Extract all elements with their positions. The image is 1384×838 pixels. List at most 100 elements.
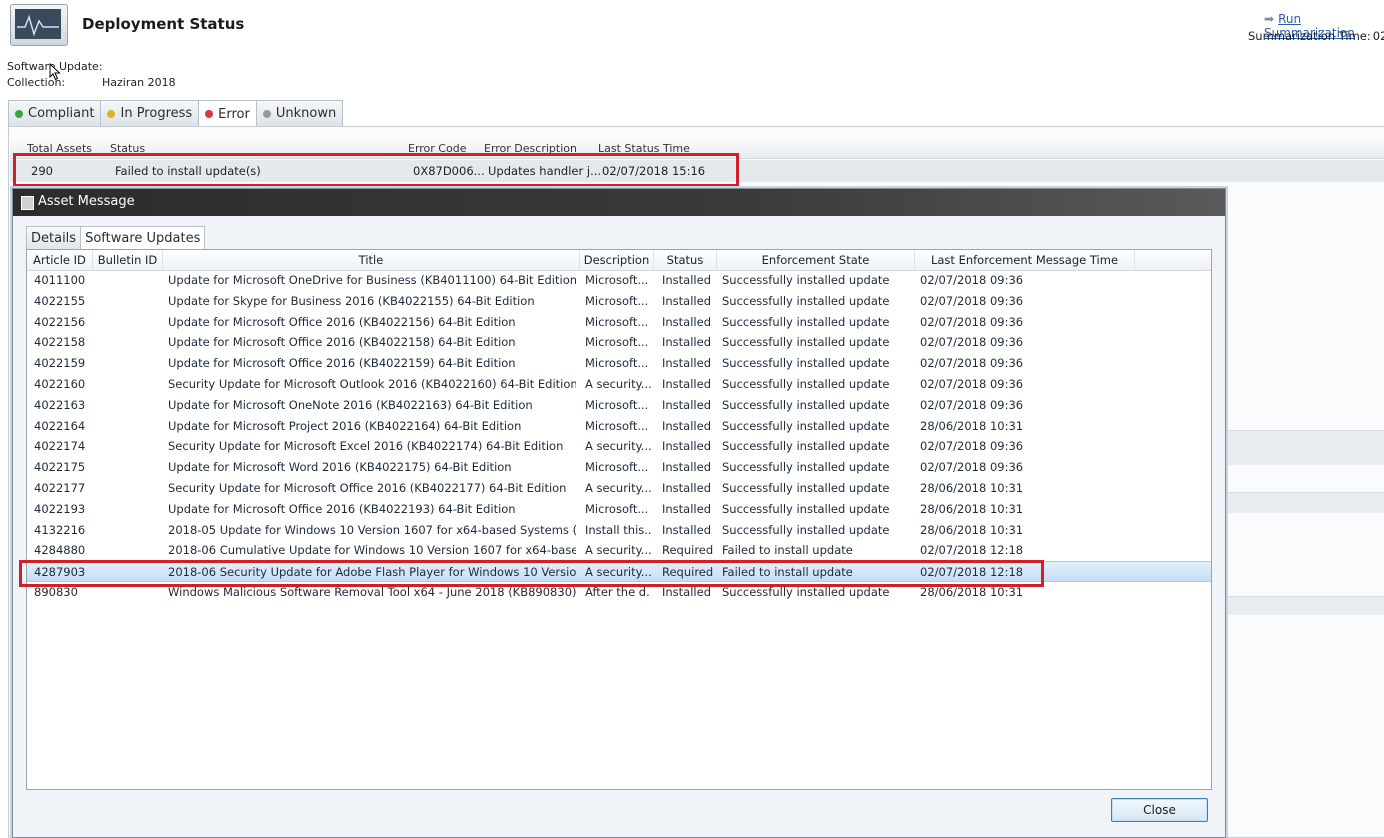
bulletin-id-cell — [99, 540, 161, 561]
bulletin-id-cell — [99, 499, 161, 520]
article-id-cell: 4011100 — [34, 273, 86, 287]
status-cell: Installed — [662, 356, 711, 371]
page-title: Deployment Status — [82, 15, 245, 33]
article-id-cell: 4022174 — [34, 439, 86, 454]
enforcement-state-cell: Successfully installed update — [722, 418, 890, 433]
time-cell: 02/07/2018 09:36 — [920, 314, 1024, 329]
description-cell: A security... — [585, 543, 651, 558]
title-cell: Update for Microsoft Office 2016 (KB4022… — [168, 314, 516, 329]
table-row[interactable]: 4022160 Security Update for Microsoft Out… — [27, 374, 1211, 395]
description-cell: Microsoft... — [585, 460, 649, 475]
table-row[interactable]: 4022159 Update for Microsoft Office 2016 … — [27, 353, 1211, 374]
status-cell: Installed — [662, 522, 711, 537]
bulletin-id-cell — [99, 457, 161, 478]
article-id-cell: 4022193 — [34, 501, 86, 516]
dialog-titlebar[interactable]: Asset Message — [13, 189, 1225, 216]
time-cell: 02/07/2018 09:36 — [920, 335, 1024, 350]
col-last-enforcement-time[interactable]: Last Enforcement Message Time — [915, 250, 1135, 270]
tab-error[interactable]: Error — [198, 100, 257, 127]
article-id-cell: 4022159 — [34, 356, 86, 371]
bulletin-id-cell — [99, 332, 161, 353]
article-id-cell: 4022175 — [34, 460, 86, 475]
time-cell: 02/07/2018 12:18 — [920, 543, 1024, 558]
title-cell: 2018-05 Update for Windows 10 Version 16… — [168, 522, 576, 537]
summarization-time: Summarization Time:02/07 — [1246, 29, 1384, 43]
green-dot-icon — [15, 109, 23, 118]
enforcement-state-cell: Successfully installed update — [722, 439, 890, 454]
table-row[interactable]: 4022158 Update for Microsoft Office 2016 … — [27, 332, 1211, 353]
bulletin-id-cell — [99, 520, 161, 541]
table-row[interactable]: 4011100 Update for Microsoft OneDrive for… — [27, 270, 1211, 291]
enforcement-state-cell: Successfully installed update — [722, 356, 890, 371]
col-title[interactable]: Title — [163, 250, 580, 270]
col-bulletin-id[interactable]: Bulletin ID — [93, 250, 163, 270]
table-row[interactable]: 4022164 Update for Microsoft Project 2016… — [27, 416, 1211, 437]
enforcement-state-cell: Successfully installed update — [722, 335, 890, 350]
tab-error-label: Error — [218, 106, 250, 122]
time-cell: 02/07/2018 09:36 — [920, 439, 1024, 454]
tab-details[interactable]: Details — [26, 226, 82, 249]
description-cell: Microsoft... — [585, 356, 649, 371]
status-tabs: Compliant In Progress Error Unknown — [8, 100, 344, 127]
time-cell: 28/06/2018 10:31 — [920, 501, 1024, 516]
status-cell: Required — [662, 543, 714, 558]
description-cell: Microsoft... — [585, 273, 649, 287]
bulletin-id-cell — [99, 353, 161, 374]
status-cell: Installed — [662, 481, 711, 495]
description-cell: Microsoft... — [585, 418, 649, 433]
enforcement-state-cell: Successfully installed update — [722, 460, 890, 475]
panel-divider — [1225, 492, 1384, 513]
title-cell: 2018-06 Cumulative Update for Windows 10… — [168, 543, 576, 558]
col-description[interactable]: Description — [580, 250, 654, 270]
title-cell: Security Update for Microsoft Outlook 20… — [168, 377, 576, 391]
tab-in-progress-label: In Progress — [120, 106, 193, 121]
mouse-cursor-icon — [49, 63, 61, 81]
table-row[interactable]: 4022193 Update for Microsoft Office 2016 … — [27, 499, 1211, 520]
arrow-right-icon: ➡ — [1264, 12, 1275, 26]
title-cell: Update for Microsoft Project 2016 (KB402… — [168, 418, 522, 433]
article-id-cell: 4022164 — [34, 418, 86, 433]
col-article-id[interactable]: Article ID — [27, 250, 93, 270]
bulletin-id-cell — [99, 395, 161, 416]
article-id-cell: 4022156 — [34, 314, 86, 329]
asset-message-dialog: Asset Message Details Software Updates A… — [12, 188, 1226, 838]
title-cell: Update for Microsoft OneDrive for Busine… — [168, 273, 576, 287]
table-row[interactable]: 4022175 Update for Microsoft Word 2016 (K… — [27, 457, 1211, 478]
software-updates-grid[interactable]: Article ID Bulletin ID Title Description… — [26, 249, 1212, 790]
status-cell: Installed — [662, 335, 711, 350]
table-row[interactable]: 4022156 Update for Microsoft Office 2016 … — [27, 312, 1211, 333]
time-cell: 02/07/2018 09:36 — [920, 293, 1024, 308]
table-row[interactable]: 4022163 Update for Microsoft OneNote 2016… — [27, 395, 1211, 416]
table-row[interactable]: 4284880 2018-06 Cumulative Update for Win… — [27, 540, 1211, 561]
title-cell: Update for Microsoft OneNote 2016 (KB402… — [168, 397, 533, 412]
table-row[interactable]: 4132216 2018-05 Update for Windows 10 Ver… — [27, 520, 1211, 541]
enforcement-state-cell: Successfully installed update — [722, 522, 890, 537]
highlight-box — [19, 560, 1044, 587]
tab-compliant[interactable]: Compliant — [8, 100, 102, 126]
close-button[interactable]: Close — [1111, 798, 1208, 822]
status-cell: Installed — [662, 460, 711, 475]
description-cell: A security... — [585, 439, 651, 454]
col-enforcement-state[interactable]: Enforcement State — [717, 250, 915, 270]
time-cell: 28/06/2018 10:31 — [920, 418, 1024, 433]
bulletin-id-cell — [99, 436, 161, 457]
article-id-cell: 4022158 — [34, 335, 86, 350]
deployment-status-icon — [10, 4, 68, 46]
description-cell: Microsoft... — [585, 501, 649, 516]
panel-divider — [1225, 430, 1384, 465]
table-row[interactable]: 4022155 Update for Skype for Business 201… — [27, 291, 1211, 312]
title-cell: Security Update for Microsoft Excel 2016… — [168, 439, 564, 454]
tab-software-updates[interactable]: Software Updates — [80, 226, 206, 249]
tab-in-progress[interactable]: In Progress — [100, 100, 200, 126]
title-cell: Update for Microsoft Office 2016 (KB4022… — [168, 501, 516, 516]
tab-compliant-label: Compliant — [28, 106, 95, 121]
col-status[interactable]: Status — [654, 250, 717, 270]
title-cell: Update for Microsoft Office 2016 (KB4022… — [168, 356, 516, 371]
article-id-cell: 4022163 — [34, 397, 86, 412]
status-cell: Installed — [662, 273, 711, 287]
table-row[interactable]: 4022177 Security Update for Microsoft Off… — [27, 478, 1211, 499]
table-row[interactable]: 4022174 Security Update for Microsoft Exc… — [27, 436, 1211, 457]
dialog-tabs: Details Software Updates — [26, 226, 206, 249]
enforcement-state-cell: Successfully installed update — [722, 481, 890, 495]
tab-unknown[interactable]: Unknown — [255, 100, 344, 126]
